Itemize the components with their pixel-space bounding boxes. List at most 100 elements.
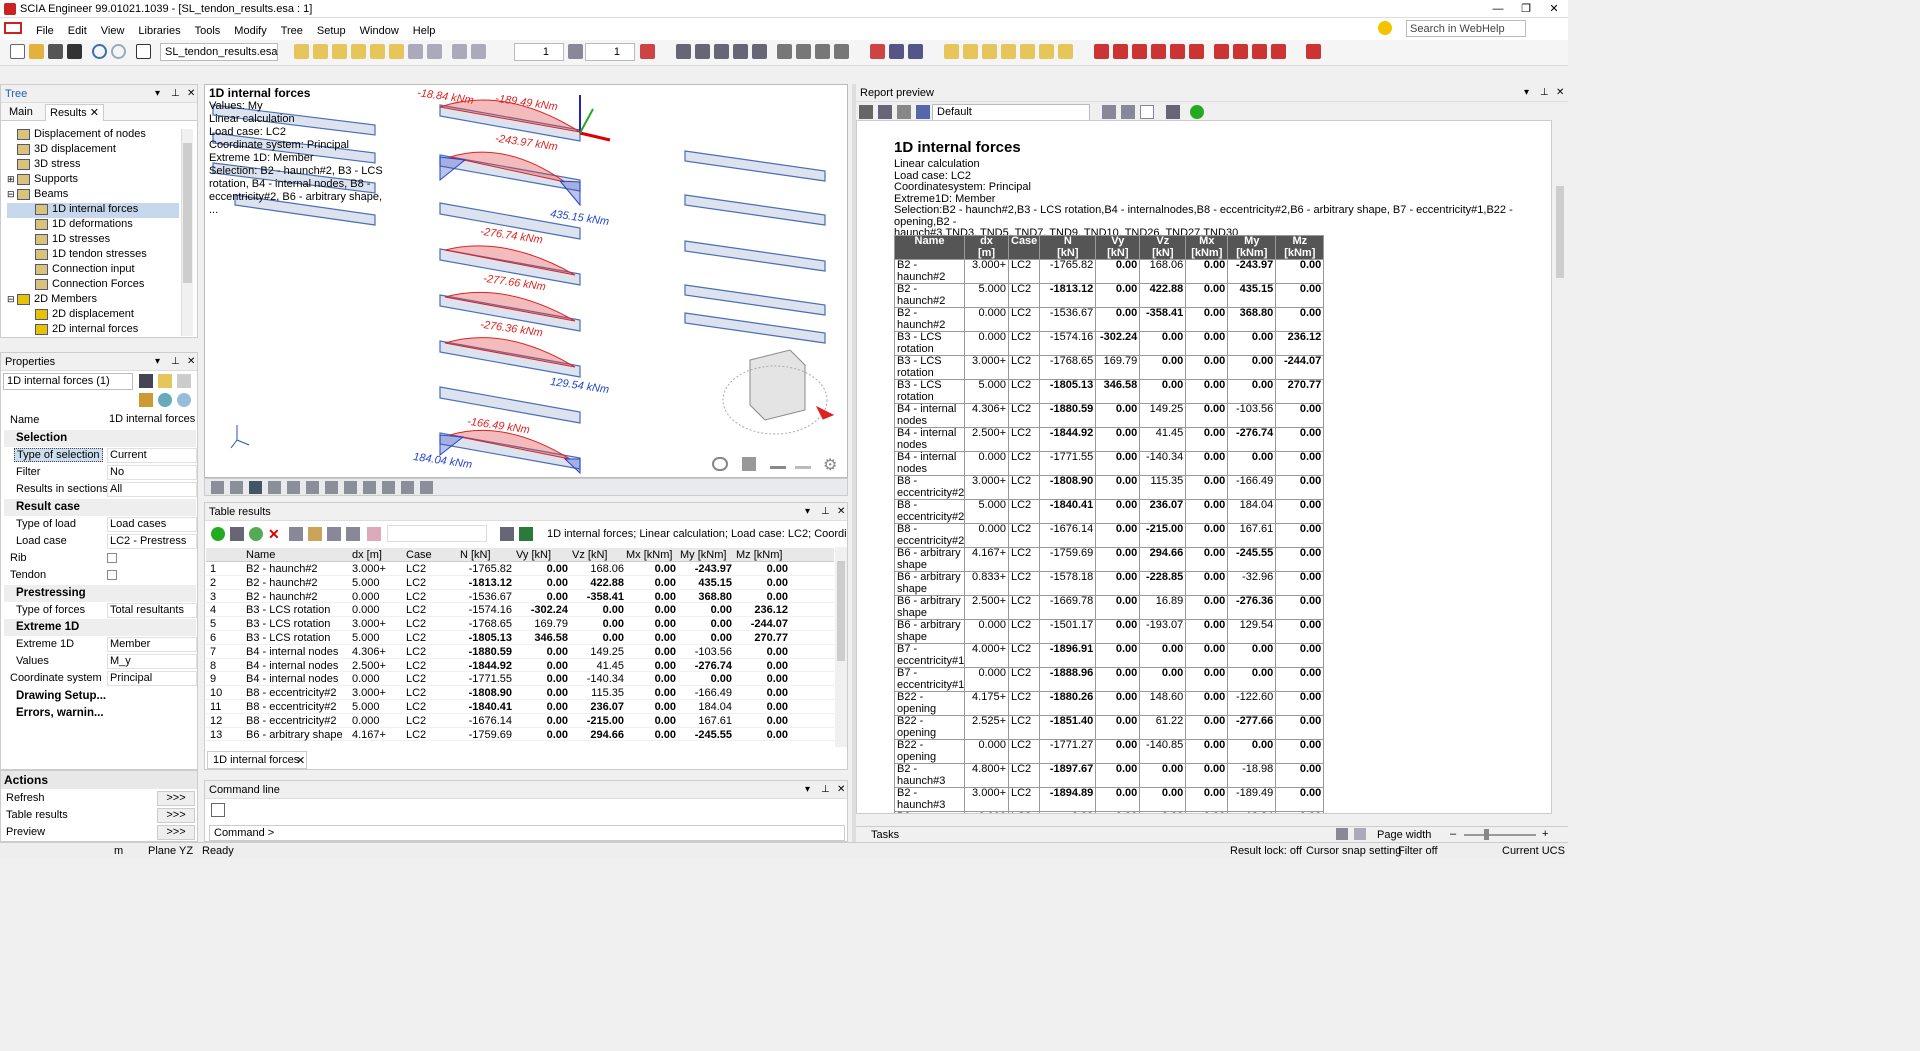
section-extreme-1d[interactable]: Extreme 1D bbox=[4, 619, 196, 636]
tool-icon[interactable] bbox=[389, 44, 404, 59]
pin-icon[interactable]: ⊥ bbox=[171, 356, 180, 367]
table-row[interactable]: 13 B6 - arbitrary shape 4.167+ LC2 -1759.69 0… bbox=[206, 728, 834, 742]
tool-icon[interactable] bbox=[294, 44, 309, 59]
menu-tools[interactable]: Tools bbox=[188, 21, 228, 41]
tool-icon[interactable] bbox=[640, 44, 655, 59]
new-file-icon[interactable] bbox=[10, 44, 25, 59]
close-icon[interactable]: ✕ bbox=[187, 356, 195, 367]
table-row[interactable]: 7 B4 - internal nodes 4.306+ LC2 -1880.59 0.0… bbox=[206, 645, 834, 659]
view-tool-icon[interactable] bbox=[268, 481, 281, 494]
tree-item[interactable]: 3D stress bbox=[7, 158, 179, 173]
tool-icon[interactable] bbox=[714, 44, 729, 59]
view-tool-icon[interactable] bbox=[211, 481, 224, 494]
file-combo[interactable]: SL_tendon_results.esa bbox=[160, 43, 278, 61]
action-refresh[interactable]: Refresh >>> bbox=[1, 790, 197, 807]
table-icon[interactable] bbox=[1166, 105, 1180, 119]
close-icon[interactable]: ✕ bbox=[837, 784, 845, 795]
tree-item[interactable]: 1D stresses bbox=[7, 233, 179, 248]
table-row[interactable]: 6 B3 - LCS rotation 5.000 LC2 -1805.13 346.58… bbox=[206, 631, 834, 645]
tool-icon[interactable] bbox=[351, 44, 366, 59]
tree-item[interactable]: ⊟ Beams bbox=[7, 188, 179, 203]
section-errors[interactable]: Errors, warnin... bbox=[4, 705, 196, 722]
tendon-checkbox[interactable] bbox=[107, 570, 117, 580]
expander-icon[interactable]: ⊟ bbox=[7, 294, 17, 305]
column-header[interactable]: Name bbox=[246, 549, 350, 561]
menu-file[interactable]: File bbox=[29, 21, 61, 41]
expander-icon[interactable]: ⊟ bbox=[7, 189, 17, 200]
dropdown-icon[interactable]: ▾ bbox=[1524, 87, 1529, 98]
layout-icon[interactable] bbox=[1354, 828, 1366, 840]
refresh-icon[interactable] bbox=[1190, 105, 1204, 119]
section-result-case[interactable]: Result case bbox=[4, 499, 196, 516]
column-header[interactable]: Case bbox=[406, 549, 456, 561]
action-preview[interactable]: Preview >>> bbox=[1, 824, 197, 841]
view-tool-icon[interactable] bbox=[306, 481, 319, 494]
table-icon[interactable] bbox=[289, 527, 303, 541]
tool-icon[interactable] bbox=[332, 44, 347, 59]
tool-icon[interactable] bbox=[1094, 44, 1109, 59]
column-header[interactable]: Mz [kNm] bbox=[736, 549, 788, 561]
tree-item[interactable]: ⊞ Supports bbox=[7, 173, 179, 188]
dropdown-icon[interactable]: ▾ bbox=[805, 784, 810, 795]
tool-icon[interactable] bbox=[815, 44, 830, 59]
tree-item[interactable]: Connection input bbox=[7, 263, 179, 278]
section-prestressing[interactable]: Prestressing bbox=[4, 585, 196, 602]
minimize-icon[interactable]: — bbox=[1484, 0, 1512, 18]
menu-setup[interactable]: Setup bbox=[310, 21, 353, 41]
close-icon[interactable]: ✕ bbox=[296, 754, 305, 767]
menu-help[interactable]: Help bbox=[406, 21, 443, 41]
page-spinner[interactable]: 1 bbox=[585, 43, 635, 61]
status-result-lock[interactable]: Result lock: off bbox=[1230, 845, 1302, 857]
view-tool-icon[interactable] bbox=[363, 481, 376, 494]
table-row[interactable]: 12 B8 - eccentricity#2 0.000 LC2 -1676.14 0.0… bbox=[206, 714, 834, 728]
action-table-results[interactable]: Table results >>> bbox=[1, 807, 197, 824]
filter-add-icon[interactable] bbox=[158, 374, 172, 388]
excel-icon[interactable] bbox=[519, 527, 533, 541]
grid-icon[interactable] bbox=[500, 527, 514, 541]
brush-icon[interactable] bbox=[139, 393, 153, 407]
status-snap[interactable]: Cursor snap setting bbox=[1306, 845, 1401, 857]
tree-scrollbar[interactable] bbox=[181, 129, 193, 336]
layout-icon[interactable] bbox=[1121, 105, 1135, 119]
view-tool-icon[interactable] bbox=[287, 481, 300, 494]
menu-window[interactable]: Window bbox=[353, 21, 406, 41]
column-header[interactable]: My [kNm] bbox=[680, 549, 732, 561]
redo-icon[interactable] bbox=[111, 44, 126, 59]
tool-icon[interactable] bbox=[695, 44, 710, 59]
column-header[interactable]: dx [m] bbox=[352, 549, 404, 561]
tree-item[interactable]: 1D internal forces bbox=[7, 203, 179, 218]
tool-icon[interactable] bbox=[1252, 44, 1267, 59]
tab-1d-internal-forces[interactable]: 1D internal forces ✕ bbox=[207, 751, 307, 769]
tool-icon[interactable] bbox=[676, 44, 691, 59]
undo-icon[interactable] bbox=[92, 44, 107, 59]
dropdown-icon[interactable]: ▾ bbox=[155, 88, 160, 99]
restore-icon[interactable]: ❐ bbox=[1512, 0, 1540, 18]
page-icon[interactable] bbox=[1140, 105, 1154, 119]
tool-icon[interactable] bbox=[889, 44, 904, 59]
tool-icon[interactable] bbox=[870, 44, 885, 59]
table-row[interactable]: 8 B4 - internal nodes 2.500+ LC2 -1844.92 0.0… bbox=[206, 659, 834, 673]
table-row[interactable]: 5 B3 - LCS rotation 3.000+ LC2 -1768.65 169.7… bbox=[206, 617, 834, 631]
table-icon[interactable] bbox=[346, 527, 360, 541]
webhelp-search-input[interactable]: Search in WebHelp bbox=[1406, 20, 1526, 37]
column-header[interactable]: Vz [kN] bbox=[572, 549, 624, 561]
tree-item[interactable]: Displacement of nodes bbox=[7, 128, 179, 143]
zoom-in-icon[interactable]: + bbox=[1542, 828, 1548, 840]
gear-icon[interactable]: ⚙ bbox=[823, 455, 837, 475]
expander-icon[interactable]: ⊞ bbox=[7, 174, 17, 185]
properties-combo[interactable]: 1D internal forces (1) bbox=[3, 373, 133, 390]
table-row[interactable]: 9 B4 - internal nodes 0.000 LC2 -1771.55 0.00… bbox=[206, 672, 834, 687]
close-icon[interactable]: ✕ bbox=[187, 88, 195, 99]
tool-icon[interactable] bbox=[1039, 44, 1054, 59]
zoom-slider-handle[interactable] bbox=[1484, 829, 1489, 840]
tool-icon[interactable] bbox=[1306, 44, 1321, 59]
tree-item[interactable]: 2D displacement bbox=[7, 308, 179, 323]
tool-icon[interactable] bbox=[1113, 44, 1128, 59]
settings-icon[interactable] bbox=[859, 105, 873, 119]
view-tool-icon[interactable] bbox=[344, 481, 357, 494]
tool-icon[interactable] bbox=[777, 44, 792, 59]
tree-item[interactable]: 2D internal forces bbox=[7, 323, 179, 338]
status-ucs[interactable]: Current UCS bbox=[1502, 845, 1565, 857]
cursor-icon[interactable] bbox=[211, 803, 225, 817]
view-tool-icon[interactable] bbox=[325, 481, 338, 494]
